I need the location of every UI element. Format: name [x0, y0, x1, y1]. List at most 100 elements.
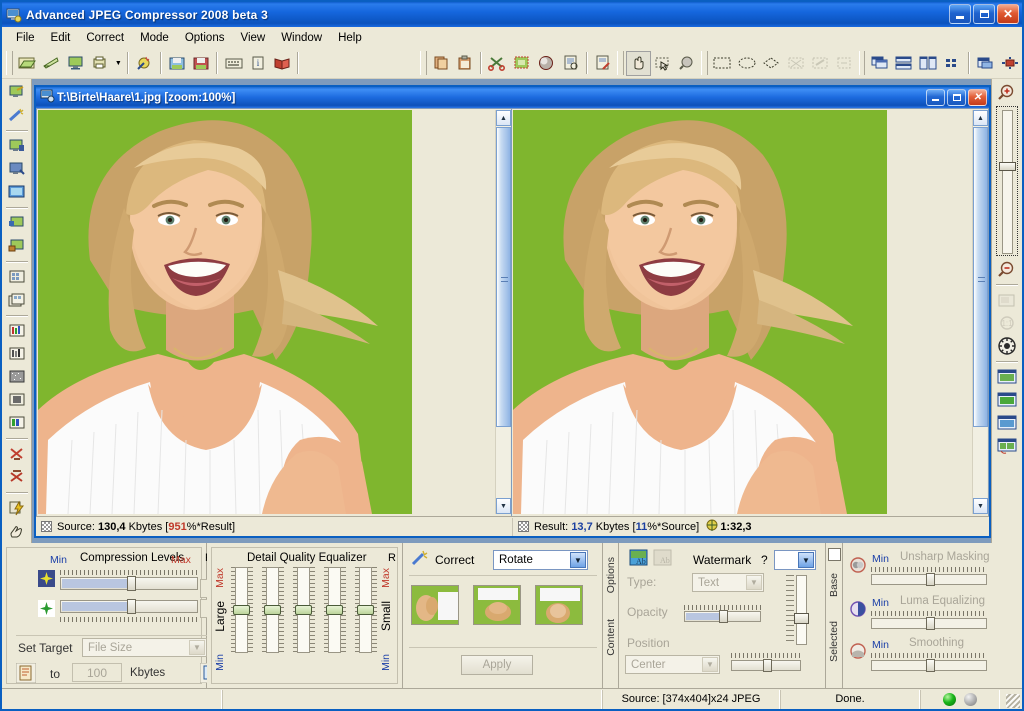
crop-icon[interactable]	[510, 51, 534, 76]
luma-slider[interactable]	[871, 609, 987, 630]
scissors-icon[interactable]	[485, 51, 509, 76]
info-icon[interactable]: i	[246, 51, 270, 76]
watermark-opacity-slider[interactable]	[684, 603, 761, 623]
channel-view-icon[interactable]	[5, 412, 29, 434]
luma-thumb[interactable]	[926, 617, 935, 630]
minimize-button[interactable]	[949, 4, 971, 24]
smoothing-icon[interactable]	[850, 643, 866, 662]
circle-gradient-icon[interactable]	[534, 51, 558, 76]
unsharp-thumb[interactable]	[926, 573, 935, 586]
luma-track[interactable]	[871, 617, 987, 630]
rotate-180-thumb[interactable]	[473, 585, 521, 625]
scroll-thumb[interactable]	[496, 127, 511, 427]
chevron-down-icon[interactable]: ▼	[702, 657, 718, 672]
watermark-size-thumb[interactable]	[794, 613, 809, 624]
slider-2-track[interactable]	[60, 599, 198, 614]
child-maximize-button[interactable]	[947, 89, 966, 106]
eq-band-5-thumb[interactable]	[357, 605, 374, 615]
result-vertical-scrollbar[interactable]: ▲ ▼	[972, 110, 988, 514]
zoom-slider-thumb[interactable]	[999, 162, 1016, 171]
menu-mode[interactable]: Mode	[132, 30, 177, 46]
toolbar-grip-2[interactable]	[419, 51, 427, 75]
scroll-up-arrow[interactable]: ▲	[973, 110, 988, 126]
tab-base[interactable]: Base	[828, 573, 840, 597]
child-minimize-button[interactable]	[926, 89, 945, 106]
smoothing-thumb[interactable]	[926, 659, 935, 672]
compression-slider-1[interactable]	[60, 568, 198, 591]
batch-dropdown-icon[interactable]: ▼	[112, 51, 124, 76]
window-green-icon[interactable]	[995, 366, 1019, 388]
book-icon[interactable]	[270, 51, 294, 76]
document-magnifier-icon[interactable]	[558, 51, 582, 76]
grid-view-icon[interactable]	[5, 266, 29, 288]
target-file-icon[interactable]	[15, 662, 37, 686]
compression-slider-2[interactable]	[60, 599, 198, 622]
watermark-position-slider[interactable]	[731, 651, 801, 672]
monitor-icon[interactable]	[64, 51, 88, 76]
tab-content[interactable]: Content	[605, 619, 617, 656]
opacity-track[interactable]	[684, 610, 761, 623]
watermark-type-combo[interactable]: Text ▼	[692, 573, 764, 592]
watermark-off-icon[interactable]: Ab	[653, 549, 672, 570]
maximize-button[interactable]	[973, 4, 995, 24]
wand-correct-icon[interactable]	[411, 550, 429, 569]
erase-selection-icon[interactable]	[808, 51, 832, 76]
hand-icon[interactable]	[626, 50, 651, 76]
zoom-out-icon[interactable]	[995, 258, 1019, 280]
rotate-left-thumb[interactable]	[411, 585, 459, 625]
monitor-send-icon[interactable]	[5, 235, 29, 257]
tab-options[interactable]: Options	[605, 557, 617, 593]
chevron-down-icon[interactable]: ▼	[570, 552, 586, 568]
histogram-gray-icon[interactable]	[5, 343, 29, 365]
source-image[interactable]	[38, 110, 412, 514]
unsharp-icon[interactable]	[850, 557, 866, 576]
window-list-icon[interactable]	[973, 51, 997, 76]
menu-view[interactable]: View	[232, 30, 273, 46]
floppy-red-icon[interactable]	[189, 51, 213, 76]
rotate-right-thumb[interactable]	[535, 585, 583, 625]
window-green2-icon[interactable]	[995, 389, 1019, 411]
scroll-up-arrow[interactable]: ▲	[496, 110, 511, 126]
document-pencil-icon[interactable]	[591, 51, 615, 76]
position-track[interactable]	[731, 659, 801, 672]
eq-band-2[interactable]	[262, 567, 284, 653]
floppy-save-icon[interactable]	[165, 51, 189, 76]
result-image[interactable]	[513, 110, 887, 514]
unsharp-track[interactable]	[871, 573, 987, 586]
monitor-export-icon[interactable]	[5, 212, 29, 234]
one-to-one-icon[interactable]: 1:1	[995, 312, 1019, 334]
window-blue-icon[interactable]	[995, 412, 1019, 434]
unsharp-slider[interactable]	[871, 565, 987, 586]
window-multi-icon[interactable]	[995, 435, 1019, 457]
source-vertical-scrollbar[interactable]: ▲ ▼	[495, 110, 511, 514]
marquee-pointer-icon[interactable]	[651, 51, 675, 76]
menu-edit[interactable]: Edit	[43, 30, 79, 46]
chevron-down-icon[interactable]: ▼	[798, 552, 814, 568]
tab-selected[interactable]: Selected	[828, 621, 840, 662]
mask-view-icon[interactable]	[5, 389, 29, 411]
lasso-select-icon[interactable]	[759, 51, 783, 76]
tile-vertical-icon[interactable]	[916, 51, 940, 76]
cascade-icon[interactable]	[867, 51, 891, 76]
toolbar-grip-4[interactable]	[701, 51, 709, 75]
watermark-position-combo[interactable]: Center ▼	[625, 655, 720, 674]
paste-icon[interactable]	[453, 51, 477, 76]
menu-window[interactable]: Window	[273, 30, 330, 46]
cut-selection-icon[interactable]	[783, 51, 807, 76]
wand-icon[interactable]	[132, 51, 156, 76]
menu-options[interactable]: Options	[177, 30, 233, 46]
batch-print-icon[interactable]	[88, 51, 112, 76]
child-close-button[interactable]: ✕	[968, 89, 987, 106]
compare-red-icon[interactable]	[5, 443, 29, 465]
close-button[interactable]: ✕	[997, 4, 1019, 24]
watermark-help-icon[interactable]: ?	[761, 553, 768, 567]
eq-band-3-thumb[interactable]	[295, 605, 312, 615]
menu-correct[interactable]: Correct	[78, 30, 132, 46]
slider-1-track[interactable]	[60, 576, 198, 591]
position-thumb[interactable]	[763, 659, 772, 672]
target-type-combo[interactable]: File Size ▼	[82, 638, 207, 657]
reset-selection-icon[interactable]	[832, 51, 856, 76]
opacity-thumb[interactable]	[719, 610, 728, 623]
toolbar-grip-3[interactable]	[617, 51, 625, 75]
stack-view-icon[interactable]	[5, 289, 29, 311]
